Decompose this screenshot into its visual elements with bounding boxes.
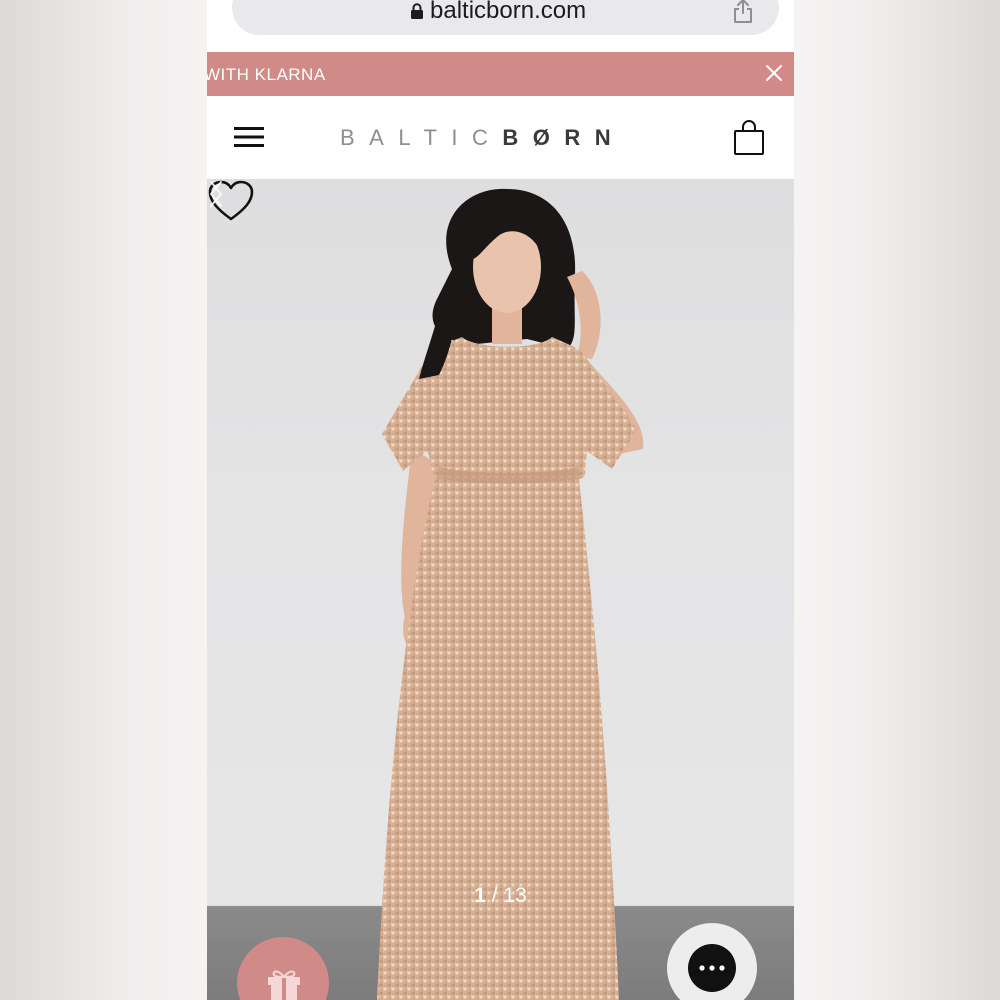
pager-current: 1 — [474, 884, 486, 907]
chat-bubble — [688, 944, 736, 992]
share-icon[interactable] — [732, 0, 754, 24]
gift-icon — [268, 970, 300, 1000]
url-text[interactable]: balticborn.com — [430, 0, 586, 25]
hamburger-menu-icon[interactable] — [232, 124, 266, 150]
site-header: BALTICBØRN — [207, 96, 794, 179]
promo-text: WITH KLARNA — [207, 65, 326, 84]
lock-icon — [411, 3, 423, 19]
pager-separator: / — [485, 884, 504, 907]
brand-logo[interactable]: BALTICBØRN — [340, 125, 625, 151]
browser-url-bar[interactable]: balticborn.com — [232, 0, 779, 35]
logo-light-text: BALTIC — [340, 125, 503, 150]
logo-dark-text: BØRN — [502, 125, 626, 150]
close-icon[interactable] — [761, 60, 787, 86]
shopping-bag-icon[interactable] — [733, 120, 765, 156]
chevron-right-icon[interactable] — [207, 179, 225, 209]
mobile-screen: balticborn.com WITH KLARNA BALTICBØRN 1 … — [207, 0, 794, 1000]
image-pager: 1 / 13 — [207, 884, 794, 914]
product-image-carousel[interactable]: 1 / 13 — [207, 179, 794, 1000]
product-photo — [377, 188, 644, 1000]
chat-dots-icon — [699, 965, 725, 971]
promo-banner: WITH KLARNA — [207, 52, 794, 96]
pager-total: 13 — [503, 884, 527, 907]
